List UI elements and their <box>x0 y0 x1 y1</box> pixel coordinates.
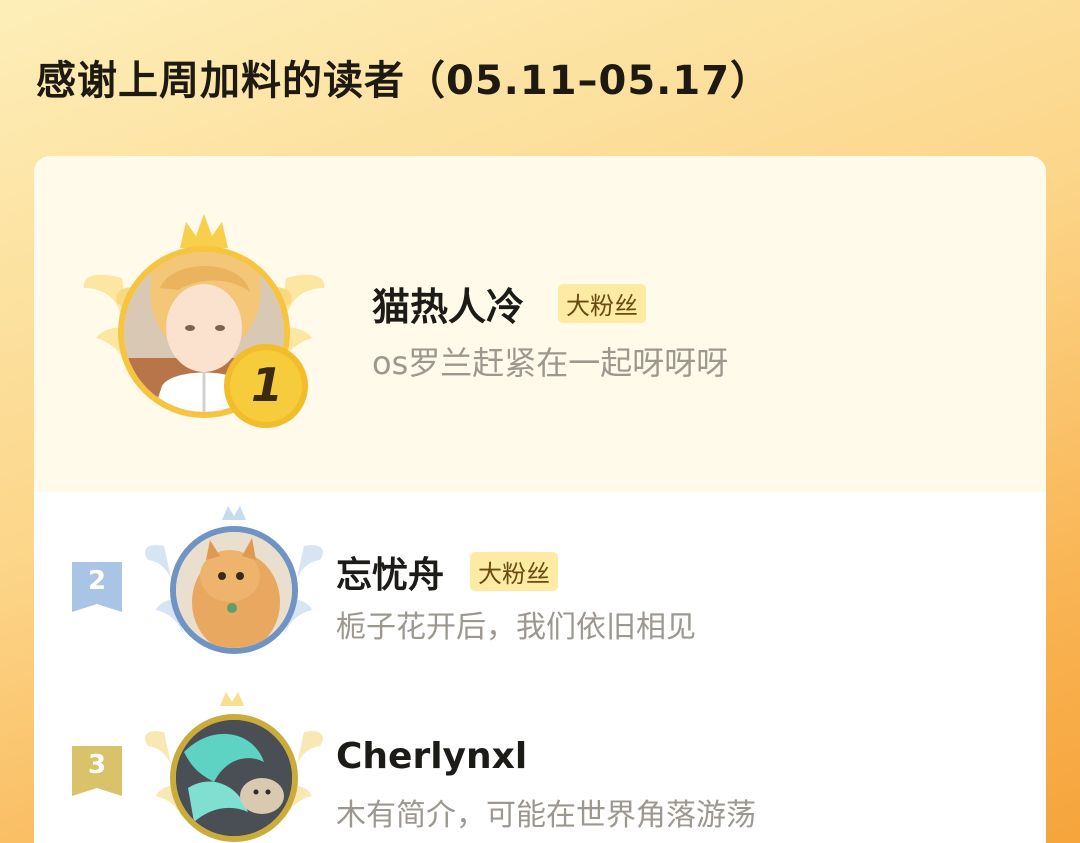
reader-bio: 栀子花开后，我们依旧相见 <box>336 610 696 645</box>
leaderboard-card: 1 猫热人冷 大粉丝 os罗兰赶紧在一起呀呀呀 2 忘忧舟 大粉丝 栀子花开后，… <box>34 156 1046 843</box>
rank-2-flag-icon: 2 <box>72 562 122 612</box>
page-title: 感谢上周加料的读者（05.11–05.17） <box>36 58 772 104</box>
reader-row-2[interactable]: 2 忘忧舟 大粉丝 栀子花开后，我们依旧相见 <box>34 492 1046 682</box>
avatar-rank-2[interactable] <box>144 506 324 666</box>
reader-bio: 木有简介，可能在世界角落游荡 <box>336 798 756 833</box>
reader-name[interactable]: Cherlynxl <box>336 736 527 777</box>
avatar-rank-3[interactable] <box>144 692 324 843</box>
gold-wings-frame-icon <box>145 692 323 842</box>
avatar-rank-1[interactable]: 1 <box>82 208 332 438</box>
reader-row-1[interactable]: 1 猫热人冷 大粉丝 os罗兰赶紧在一起呀呀呀 <box>34 156 1046 492</box>
blue-wings-frame-icon <box>145 506 323 654</box>
reader-bio: os罗兰赶紧在一起呀呀呀 <box>372 344 729 382</box>
fan-badge: 大粉丝 <box>470 552 558 591</box>
reader-row-3[interactable]: 3 Cherlynxl 木有简介，可能在世界角落游荡 <box>34 682 1046 843</box>
rank-3-flag-icon: 3 <box>72 746 122 796</box>
rank-1-number: 1 <box>250 358 283 412</box>
reader-name[interactable]: 猫热人冷 <box>372 276 524 331</box>
fan-badge: 大粉丝 <box>558 284 646 323</box>
reader-name[interactable]: 忘忧舟 <box>336 546 444 598</box>
gold-wings-crown-frame-icon <box>83 214 325 428</box>
